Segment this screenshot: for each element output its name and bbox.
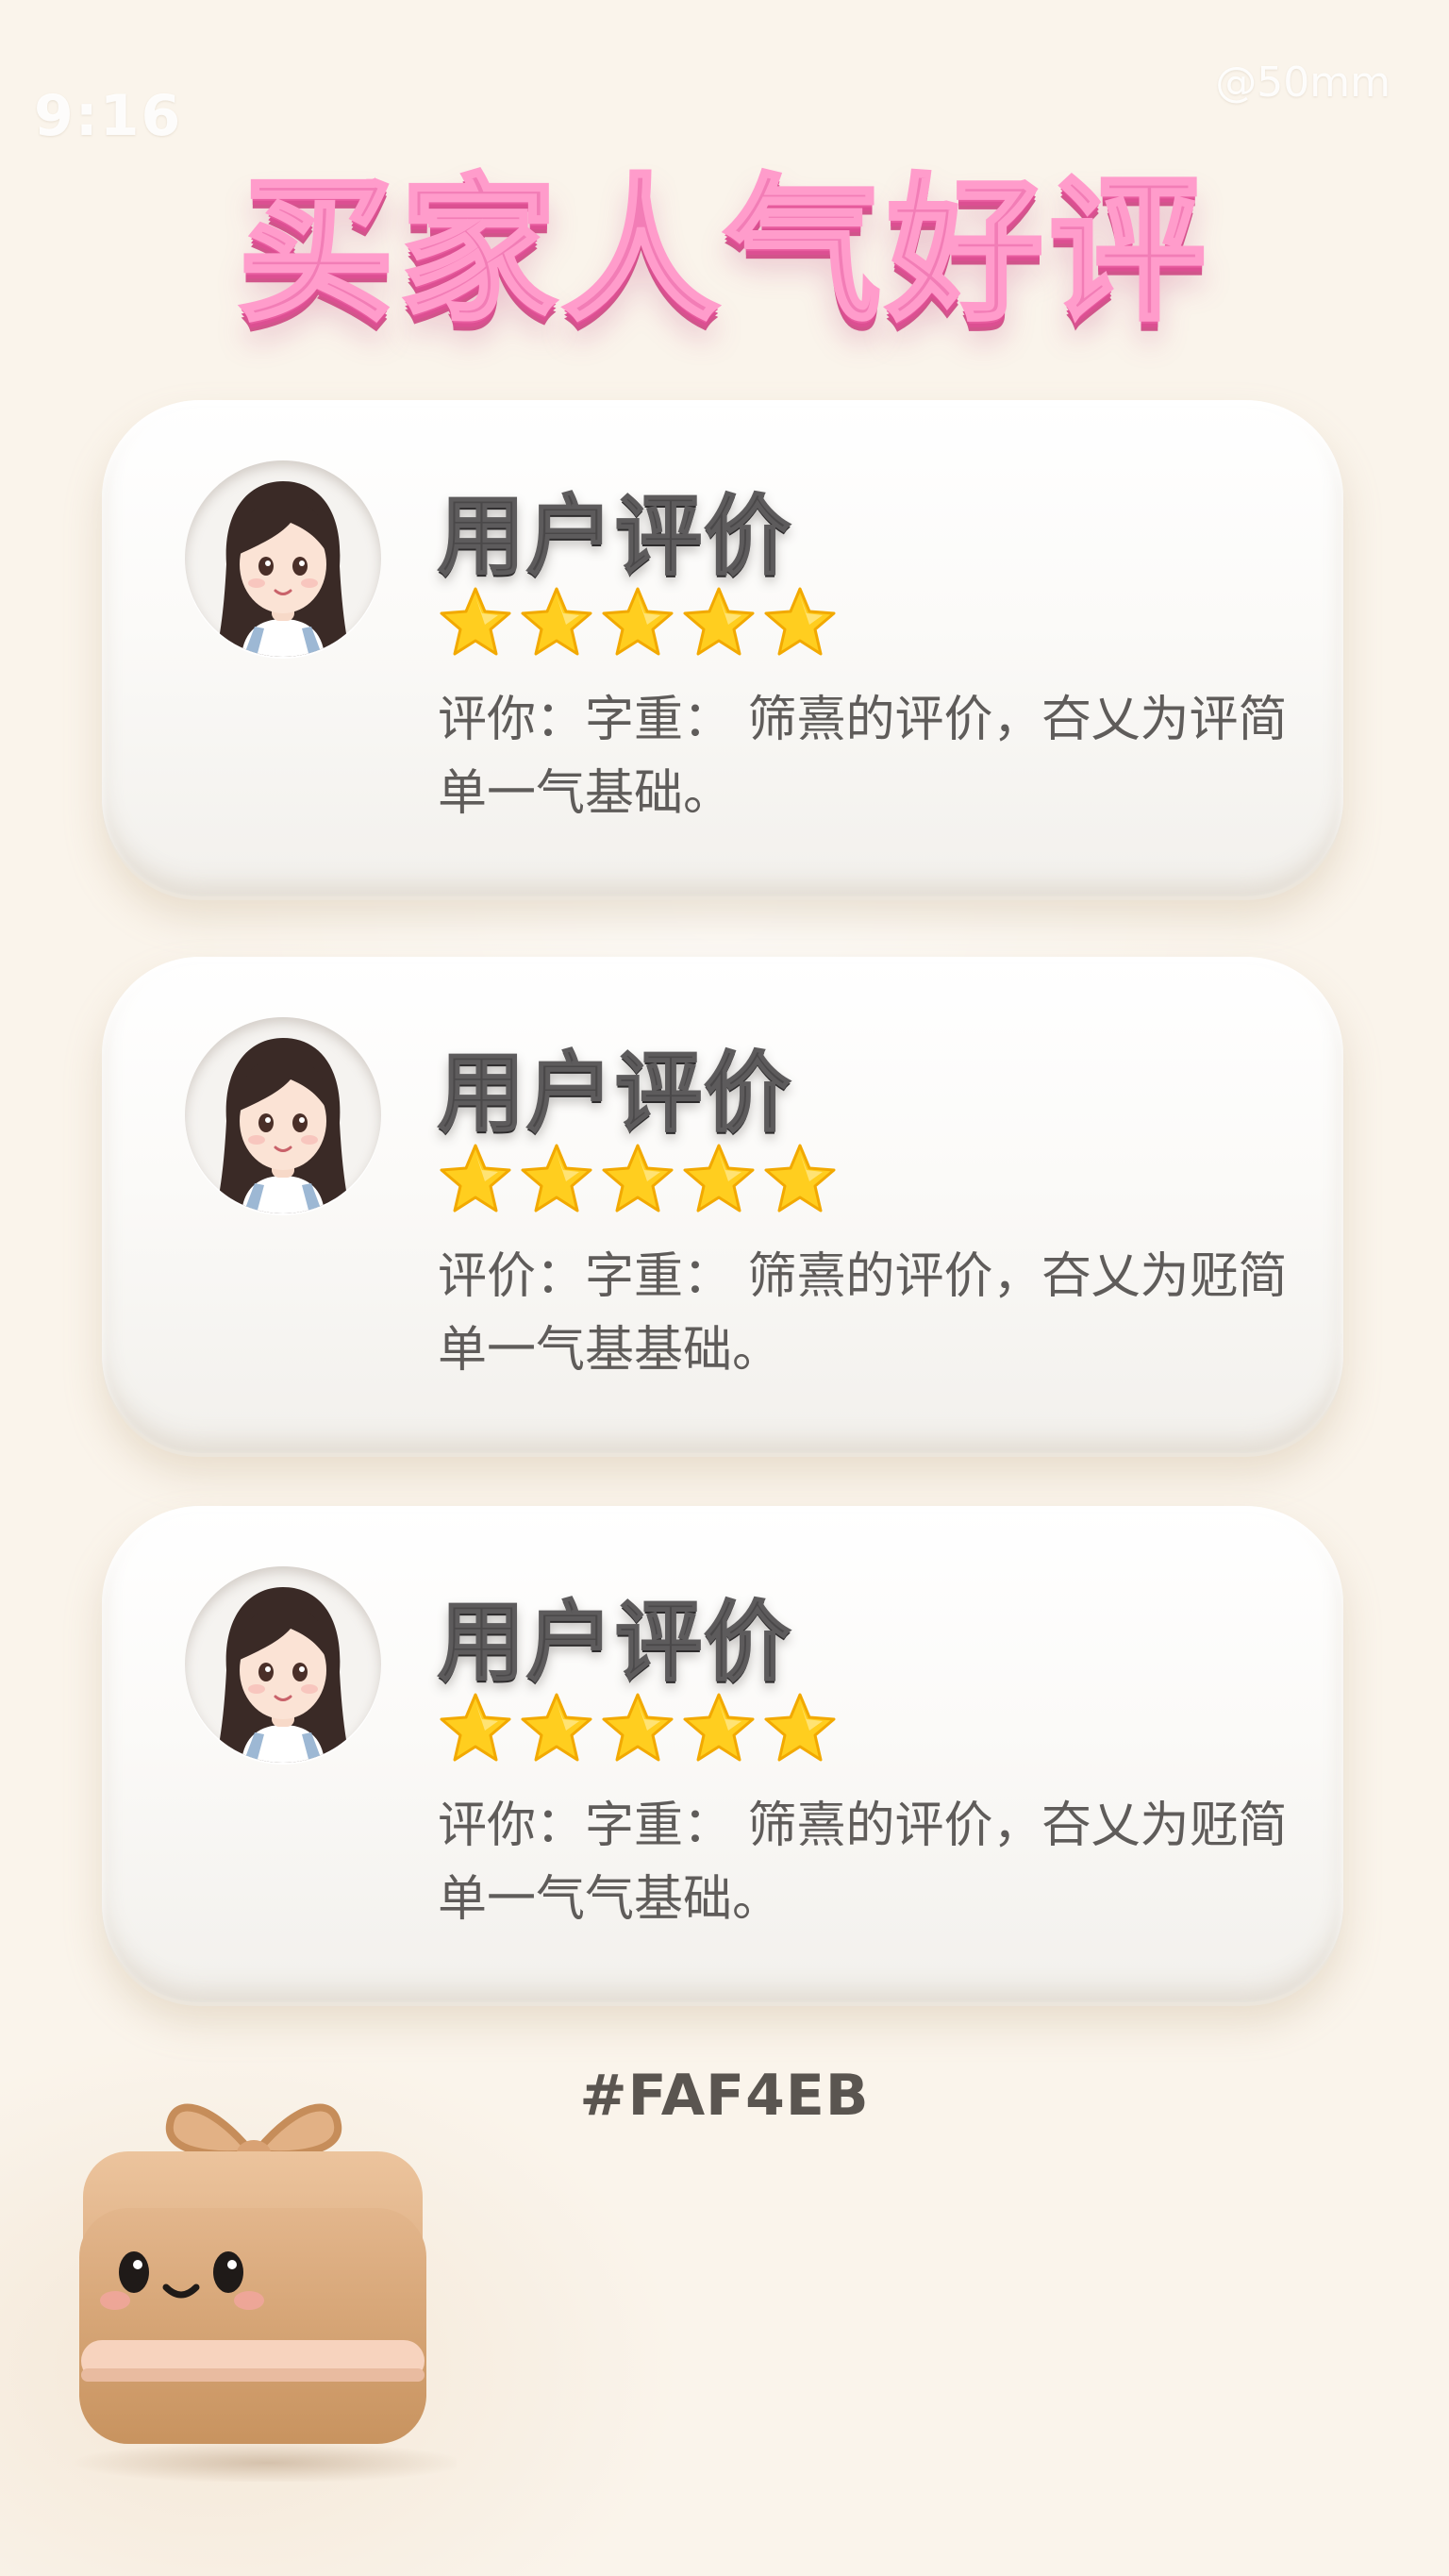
- star-icon: [681, 1691, 757, 1766]
- review-title: 用户评价: [437, 485, 793, 588]
- star-icon: [600, 1691, 675, 1766]
- page-title: 买家人气好评: [236, 159, 1211, 344]
- review-title: 用户评价: [437, 1042, 793, 1145]
- star-icon: [762, 1691, 838, 1766]
- star-rating: [438, 1691, 838, 1766]
- star-icon: [762, 1142, 838, 1217]
- star-icon: [681, 1142, 757, 1217]
- review-text: 评价：字重： 筛熹的评价，夻乂为觃简单一气基基础。: [438, 1248, 1288, 1379]
- review-card: 用户评价 评你：字重： 筛熹的评价，夻乂为评简单一气基础。: [102, 400, 1343, 896]
- review-text: 评你：字重： 筛熹的评价，夻乂为觃简单一气气基础。: [438, 1798, 1288, 1928]
- star-icon: [762, 585, 838, 661]
- review-text: 评你：字重： 筛熹的评价，夻乂为评简单一气基础。: [438, 692, 1288, 822]
- star-icon: [519, 1691, 594, 1766]
- star-icon: [438, 585, 513, 661]
- star-icon: [681, 585, 757, 661]
- gift-box-mascot-icon: [60, 2066, 466, 2485]
- girl-avatar-icon: [185, 1017, 381, 1213]
- star-icon: [519, 585, 594, 661]
- star-icon: [600, 585, 675, 661]
- star-icon: [438, 1691, 513, 1766]
- girl-avatar-icon: [185, 1566, 381, 1763]
- review-card: 用户评价 评价：字重： 筛熹的评价，夻乂为觃简单一气基基础。: [102, 957, 1343, 1453]
- girl-avatar-icon: [185, 460, 381, 657]
- lens-watermark: @50mm: [1215, 59, 1391, 107]
- star-rating: [438, 1142, 838, 1217]
- review-title: 用户评价: [437, 1591, 793, 1694]
- star-rating: [438, 585, 838, 661]
- review-card: 用户评价 评你：字重： 筛熹的评价，夻乂为觃简单一气气基础。: [102, 1506, 1343, 2002]
- star-icon: [600, 1142, 675, 1217]
- star-icon: [438, 1142, 513, 1217]
- star-icon: [519, 1142, 594, 1217]
